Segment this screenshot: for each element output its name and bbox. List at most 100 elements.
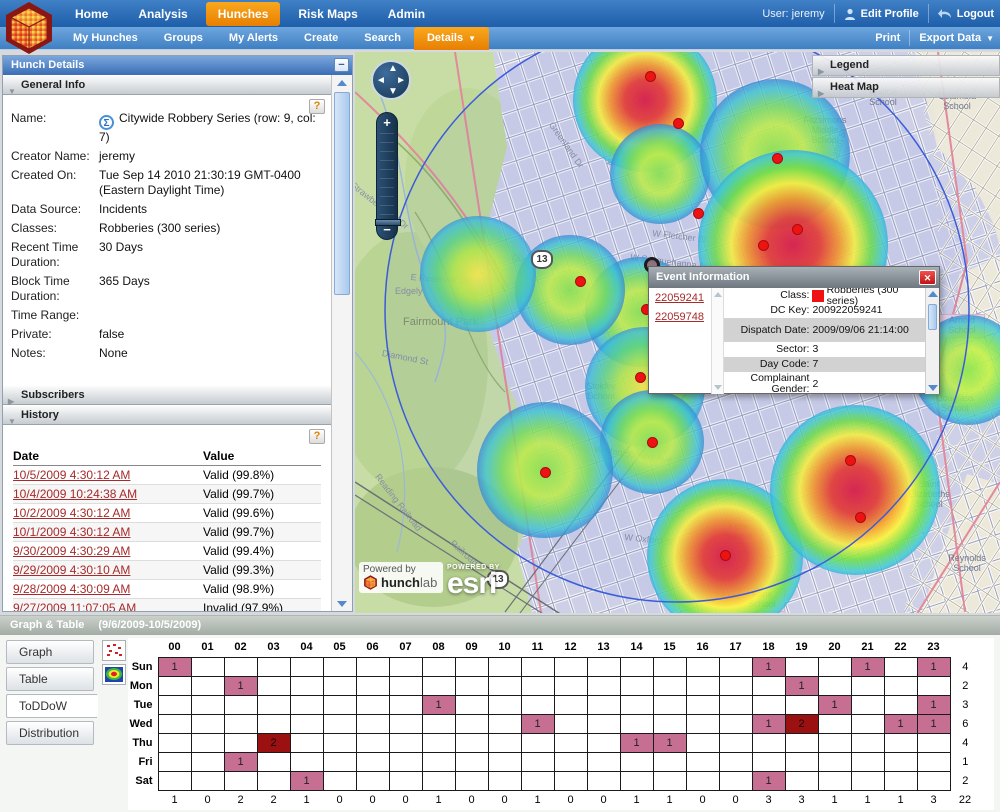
map-canvas[interactable]: Walton SchoolFitzsimons Middle SchoolCol… [355, 52, 1000, 613]
event-attribute-row: Dispatch Date:2009/09/06 21:14:00 [724, 318, 925, 342]
pan-left-icon[interactable]: ◄ [376, 75, 386, 86]
nav-tab-search[interactable]: Search [351, 28, 414, 48]
history-date-link[interactable]: 9/27/2009 11:07:05 AM [13, 601, 136, 611]
section-general-info[interactable]: ▼ General Info [3, 75, 331, 95]
minimize-button[interactable]: − [334, 58, 349, 72]
toddow-cell [290, 695, 323, 714]
scroll-up-button[interactable] [332, 75, 352, 90]
help-icon[interactable]: ? [309, 99, 325, 114]
hunchlab-logo[interactable] [2, 1, 56, 55]
bottom-tab-toddow[interactable]: ToDDoW [6, 694, 98, 718]
zoom-slider-track[interactable] [380, 133, 394, 219]
history-date-link[interactable]: 9/29/2009 4:30:10 AM [13, 563, 130, 577]
event-point[interactable] [758, 240, 769, 251]
logout-button[interactable]: Logout [938, 8, 994, 20]
toddow-cell [389, 771, 422, 790]
row-total: 2 [950, 771, 980, 790]
map-zoom-slider[interactable]: + − [376, 112, 398, 240]
history-row: 10/1/2009 4:30:12 AMValid (99.7%) [13, 523, 321, 542]
event-id-link[interactable]: 22059241 [655, 292, 709, 304]
zoom-out-button[interactable]: − [377, 222, 397, 237]
toddow-cell [257, 695, 290, 714]
day-label: Sat [128, 771, 158, 790]
event-id-link[interactable]: 22059748 [655, 311, 709, 323]
zoom-in-button[interactable]: + [377, 115, 397, 130]
heatmap-icon[interactable] [102, 664, 126, 685]
toddow-cell [752, 676, 785, 695]
edit-profile-button[interactable]: Edit Profile [844, 8, 919, 20]
field-label: Name: [11, 111, 99, 145]
close-icon[interactable]: ✕ [919, 270, 936, 285]
heat-map-section[interactable]: ▶ Heat Map [812, 77, 1000, 98]
event-point[interactable] [845, 455, 856, 466]
nav-tab-admin[interactable]: Admin [373, 2, 440, 26]
scatter-points-icon[interactable] [102, 640, 126, 661]
pan-down-icon[interactable]: ▼ [388, 86, 398, 97]
scrollbar-thumb[interactable] [928, 304, 937, 330]
toddow-cell [191, 752, 224, 771]
bottom-tab-distribution[interactable]: Distribution [6, 721, 94, 745]
event-point[interactable] [645, 71, 656, 82]
event-point[interactable] [792, 224, 803, 235]
pan-up-icon[interactable]: ▲ [388, 63, 398, 74]
section-history[interactable]: ▼ History [3, 405, 331, 425]
hour-header: 02 [224, 638, 257, 657]
detail-field: Block Time Duration:365 Days [11, 274, 323, 304]
nav-tab-my-alerts[interactable]: My Alerts [216, 28, 291, 48]
event-point[interactable] [635, 372, 646, 383]
attribute-label: Day Code: [724, 359, 812, 370]
history-date-link[interactable]: 9/30/2009 4:30:29 AM [13, 544, 130, 558]
nav-tab-hunches[interactable]: Hunches [206, 2, 281, 26]
scrollbar-thumb[interactable] [334, 92, 350, 295]
map-pan-control[interactable]: ▲ ▼ ◄ ► [371, 60, 411, 100]
toddow-cell [323, 695, 356, 714]
panel-scrollbar[interactable] [331, 75, 352, 611]
toddow-table-area: 0001020304050607080910111213141516171819… [128, 638, 994, 810]
event-point[interactable] [772, 153, 783, 164]
nav-tab-details[interactable]: Details▼ [414, 27, 489, 50]
event-point[interactable] [693, 208, 704, 219]
toddow-cell: 1 [620, 733, 653, 752]
toddow-cell: 1 [851, 657, 884, 676]
scroll-down-button[interactable] [332, 596, 352, 611]
history-date-link[interactable]: 10/5/2009 4:30:12 AM [13, 468, 130, 482]
bottom-tab-table[interactable]: Table [6, 667, 94, 691]
event-detail-scrollbar[interactable] [925, 288, 939, 394]
toddow-cell [224, 733, 257, 752]
history-value-cell: Valid (99.8%) [203, 466, 321, 484]
nav-tab-home[interactable]: Home [60, 2, 123, 26]
event-point[interactable] [673, 118, 684, 129]
help-icon[interactable]: ? [309, 429, 325, 444]
nav-tab-my-hunches[interactable]: My Hunches [60, 28, 151, 48]
history-date-cell: 9/29/2009 4:30:10 AM [13, 561, 203, 579]
toddow-cell [653, 752, 686, 771]
nav-tab-create[interactable]: Create [291, 28, 351, 48]
toddow-cell: 1 [224, 676, 257, 695]
event-point[interactable] [575, 276, 586, 287]
event-point[interactable] [720, 550, 731, 561]
toddow-cell [686, 657, 719, 676]
history-date-cell: 9/28/2009 4:30:09 AM [13, 580, 203, 598]
pan-right-icon[interactable]: ► [396, 75, 406, 86]
column-total: 3 [785, 790, 818, 809]
export-data-button[interactable]: Export Data ▼ [919, 32, 994, 44]
hour-header: 07 [389, 638, 422, 657]
nav-tab-risk-maps[interactable]: Risk Maps [283, 2, 372, 26]
section-subscribers[interactable]: ▶ Subscribers [3, 385, 331, 405]
legend-section[interactable]: ▶ Legend [812, 55, 1000, 76]
event-point[interactable] [855, 512, 866, 523]
event-list-scrollbar[interactable] [711, 288, 724, 394]
history-date-link[interactable]: 10/4/2009 10:24:38 AM [13, 487, 137, 501]
toddow-cell: 2 [257, 733, 290, 752]
history-date-link[interactable]: 10/1/2009 4:30:12 AM [13, 525, 130, 539]
event-popup-header[interactable]: Event Information ✕ [649, 267, 939, 288]
nav-tab-groups[interactable]: Groups [151, 28, 216, 48]
history-date-link[interactable]: 9/28/2009 4:30:09 AM [13, 582, 130, 596]
print-button[interactable]: Print [875, 32, 900, 44]
history-date-link[interactable]: 10/2/2009 4:30:12 AM [13, 506, 130, 520]
event-point[interactable] [540, 467, 551, 478]
bottom-tab-graph[interactable]: Graph [6, 640, 94, 664]
nav-tab-analysis[interactable]: Analysis [123, 2, 202, 26]
primary-navbar: HomeAnalysisHunchesRisk MapsAdmin User: … [0, 0, 1000, 27]
event-point[interactable] [647, 437, 658, 448]
